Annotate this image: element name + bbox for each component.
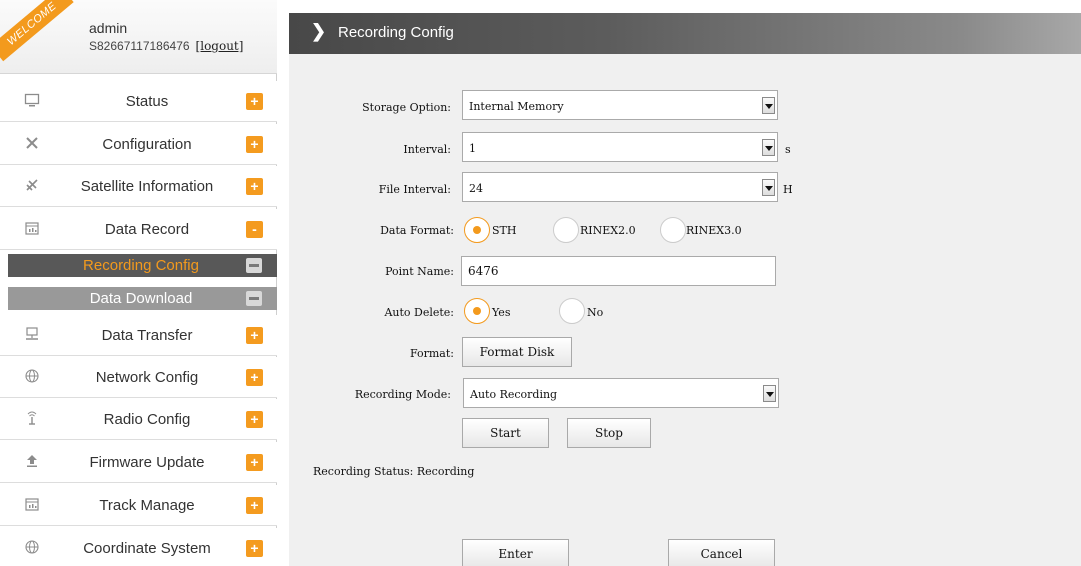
sidebar-subitem-label: Data Download bbox=[89, 290, 193, 307]
sidebar-item-label: Radio Config bbox=[103, 411, 191, 428]
sidebar-item-satellite-information[interactable]: Satellite Information + bbox=[0, 166, 277, 207]
minus-icon bbox=[246, 291, 262, 306]
sidebar-item-label: Track Manage bbox=[99, 497, 195, 514]
logout-link[interactable]: [logout] bbox=[196, 39, 244, 53]
chevron-down-icon bbox=[762, 179, 775, 196]
recording-status-value: Recording bbox=[416, 465, 475, 478]
minus-icon bbox=[246, 258, 262, 273]
sidebar-item-status[interactable]: Status + bbox=[0, 81, 277, 122]
radio-label-rinex2: RINEX2.0 bbox=[580, 224, 636, 237]
serial-number: S82667117186476 bbox=[89, 39, 190, 53]
collapse-icon[interactable]: - bbox=[246, 221, 263, 238]
page-title: Recording Config bbox=[338, 24, 454, 41]
cancel-button[interactable]: Cancel bbox=[668, 539, 775, 566]
sidebar-subitem-data-download[interactable]: Data Download bbox=[8, 287, 277, 310]
radio-label-sth: STH bbox=[492, 224, 517, 237]
radio-rinex3[interactable] bbox=[660, 217, 686, 243]
expand-icon[interactable]: + bbox=[246, 369, 263, 386]
satellite-icon bbox=[22, 177, 42, 197]
sidebar-item-configuration[interactable]: Configuration + bbox=[0, 124, 277, 165]
data-format-label: Data Format: bbox=[380, 224, 454, 237]
expand-icon[interactable]: + bbox=[246, 93, 263, 110]
globe-icon bbox=[22, 539, 42, 559]
expand-icon[interactable]: + bbox=[246, 136, 263, 153]
select-value: Internal Memory bbox=[469, 100, 564, 113]
storage-option-label: Storage Option: bbox=[362, 101, 451, 114]
select-value: 24 bbox=[469, 182, 483, 195]
sidebar-item-label: Coordinate System bbox=[83, 540, 211, 557]
interval-unit: s bbox=[785, 143, 791, 156]
antenna-icon bbox=[22, 410, 42, 430]
chevron-down-icon bbox=[762, 139, 775, 156]
recording-status-caption: Recording Status: bbox=[313, 465, 414, 478]
point-name-label: Point Name: bbox=[385, 265, 454, 278]
radio-no[interactable] bbox=[559, 298, 585, 324]
sidebar-item-coordinate-system[interactable]: Coordinate System + bbox=[0, 528, 277, 566]
sidebar-item-label: Satellite Information bbox=[80, 178, 214, 195]
sidebar-item-data-transfer[interactable]: Data Transfer + bbox=[0, 315, 277, 356]
enter-button[interactable]: Enter bbox=[462, 539, 569, 566]
interval-label: Interval: bbox=[403, 143, 451, 156]
point-name-input[interactable] bbox=[461, 256, 776, 286]
recording-mode-label: Recording Mode: bbox=[354, 388, 451, 401]
stop-button[interactable]: Stop bbox=[567, 418, 651, 448]
radio-label-no: No bbox=[587, 306, 604, 319]
file-interval-unit: H bbox=[783, 183, 793, 196]
radio-label-yes: Yes bbox=[492, 306, 511, 319]
expand-icon[interactable]: + bbox=[246, 497, 263, 514]
sidebar-item-data-record[interactable]: Data Record - bbox=[0, 209, 277, 250]
network-icon bbox=[22, 326, 42, 346]
expand-icon[interactable]: + bbox=[246, 327, 263, 344]
title-bar: ❯ Recording Config bbox=[289, 13, 1081, 54]
sidebar-item-track-manage[interactable]: Track Manage + bbox=[0, 485, 277, 526]
radio-rinex2[interactable] bbox=[553, 217, 579, 243]
interval-select[interactable]: 1 bbox=[462, 132, 778, 162]
calendar-chart-icon bbox=[22, 220, 42, 240]
user-panel: WELCOME admin S82667117186476 [logout] bbox=[0, 0, 277, 74]
serial-line: S82667117186476 [logout] bbox=[89, 39, 243, 53]
sidebar-item-label: Data Transfer bbox=[101, 327, 193, 344]
globe-icon bbox=[22, 368, 42, 388]
select-value: 1 bbox=[469, 142, 476, 155]
calendar-chart-icon bbox=[22, 496, 42, 516]
sidebar: WELCOME admin S82667117186476 [logout] St… bbox=[0, 0, 277, 566]
chevron-down-icon bbox=[762, 97, 775, 114]
recording-status-label: Recording Status: Recording bbox=[313, 465, 474, 478]
expand-icon[interactable]: + bbox=[246, 178, 263, 195]
sidebar-item-label: Firmware Update bbox=[89, 454, 205, 471]
tools-icon bbox=[22, 135, 42, 155]
auto-delete-label: Auto Delete: bbox=[384, 306, 454, 319]
expand-icon[interactable]: + bbox=[246, 540, 263, 557]
sidebar-item-label: Configuration bbox=[102, 136, 192, 153]
radio-yes[interactable] bbox=[464, 298, 490, 324]
sidebar-item-firmware-update[interactable]: Firmware Update + bbox=[0, 442, 277, 483]
upload-icon bbox=[22, 453, 42, 473]
file-interval-select[interactable]: 24 bbox=[462, 172, 778, 202]
sidebar-subitem-recording-config[interactable]: Recording Config bbox=[8, 254, 277, 277]
format-disk-button[interactable]: Format Disk bbox=[462, 337, 572, 367]
expand-icon[interactable]: + bbox=[246, 454, 263, 471]
chevron-down-icon bbox=[763, 385, 776, 402]
file-interval-label: File Interval: bbox=[378, 183, 451, 196]
format-label: Format: bbox=[409, 347, 454, 360]
sidebar-item-label: Data Record bbox=[104, 221, 190, 238]
chevron-right-icon: ❯ bbox=[311, 21, 327, 41]
welcome-ribbon: WELCOME bbox=[0, 0, 74, 62]
main-panel: ❯ Recording Config Storage Option: Inter… bbox=[289, 13, 1081, 566]
sidebar-subitem-label: Recording Config bbox=[83, 257, 199, 274]
sidebar-item-network-config[interactable]: Network Config + bbox=[0, 357, 277, 398]
radio-sth[interactable] bbox=[464, 217, 490, 243]
sidebar-item-label: Network Config bbox=[95, 369, 199, 386]
start-button[interactable]: Start bbox=[462, 418, 549, 448]
storage-option-select[interactable]: Internal Memory bbox=[462, 90, 778, 120]
radio-label-rinex3: RINEX3.0 bbox=[686, 224, 742, 237]
expand-icon[interactable]: + bbox=[246, 411, 263, 428]
monitor-icon bbox=[22, 92, 42, 112]
recording-mode-select[interactable]: Auto Recording bbox=[463, 378, 779, 408]
username: admin bbox=[89, 20, 128, 36]
sidebar-item-label: Status bbox=[125, 93, 169, 110]
sidebar-item-radio-config[interactable]: Radio Config + bbox=[0, 399, 277, 440]
select-value: Auto Recording bbox=[470, 388, 558, 401]
